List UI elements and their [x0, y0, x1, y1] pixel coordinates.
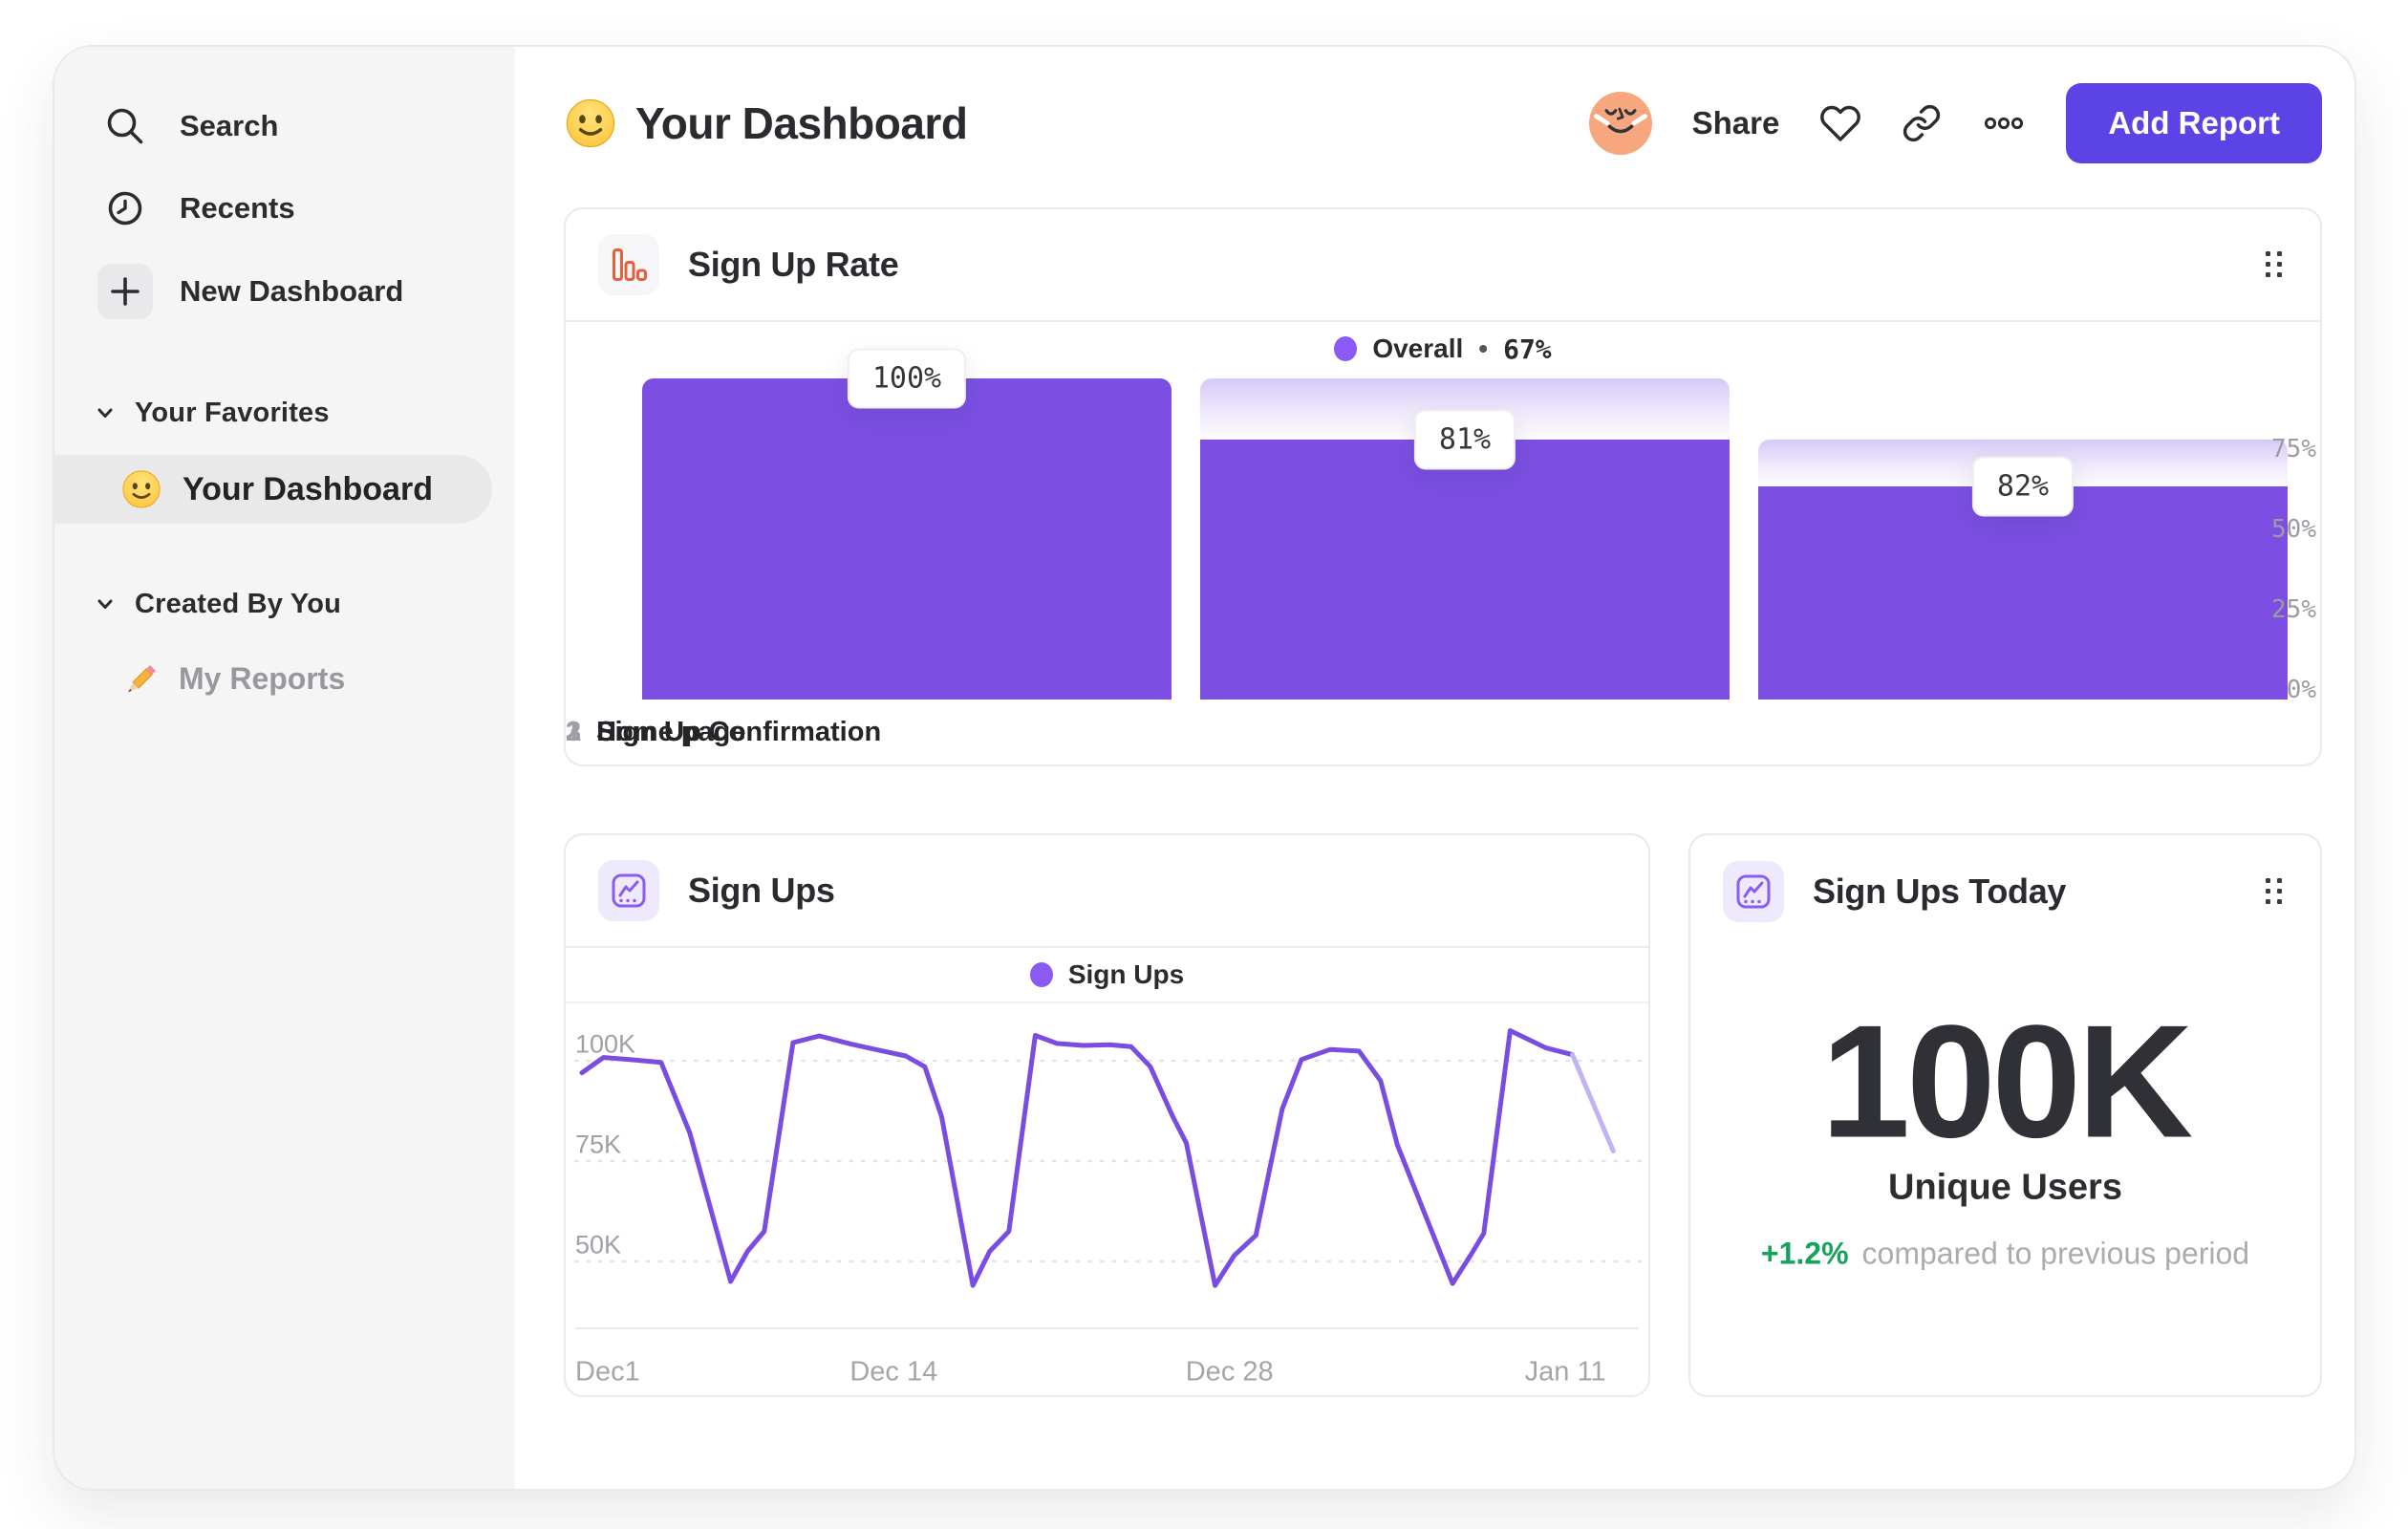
search-icon	[97, 98, 153, 154]
smiley-emoji	[565, 97, 616, 149]
line-x-tick: Dec1	[575, 1356, 640, 1388]
funnel-bar-home-page[interactable]: 100%	[642, 348, 1172, 700]
sidebar-item-label: New Dashboard	[180, 274, 404, 308]
app-window: Search Recents New Dashboard Your Favori…	[53, 45, 2356, 1491]
funnel-value-tooltip: 82%	[1971, 456, 2075, 517]
heart-icon[interactable]	[1819, 102, 1861, 144]
sidebar-item-new-dashboard[interactable]: New Dashboard	[54, 249, 515, 334]
plus-icon	[97, 264, 153, 319]
add-report-button[interactable]: Add Report	[2066, 83, 2322, 163]
sign-ups-card: Sign Ups Sign Ups 100K 75K 50K Dec1 Dec 14 De…	[564, 833, 1650, 1397]
kpi-delta-caption: compared to previous period	[1861, 1236, 2250, 1271]
kpi-value: 100K	[1820, 991, 2194, 1172]
sidebar: Search Recents New Dashboard Your Favori…	[54, 47, 515, 1489]
card-title: Sign Ups Today	[1813, 872, 2067, 911]
line-chart-icon	[598, 860, 659, 921]
card-title: Sign Ups	[688, 871, 835, 910]
x-axis-line	[575, 1327, 1639, 1329]
sidebar-item-recents[interactable]: Recents	[54, 167, 515, 249]
legend-dot	[1029, 962, 1053, 987]
step-number: 3	[566, 717, 582, 747]
sidebar-item-label: Recents	[180, 191, 295, 225]
sidebar-item-label: My Reports	[179, 660, 346, 696]
topbar-actions: Share Add Report	[1588, 83, 2322, 163]
pencil-emoji	[121, 659, 160, 698]
sidebar-item-your-dashboard[interactable]: Your Dashboard	[54, 455, 492, 524]
smiley-emoji	[121, 469, 161, 509]
line-legend: Sign Ups	[566, 948, 1648, 1003]
card-header: Sign Ups	[566, 835, 1648, 948]
funnel-y-tick: 25%	[2271, 595, 2316, 624]
more-options-icon[interactable]	[1982, 101, 2026, 145]
sidebar-item-label: Search	[180, 109, 279, 142]
card-header: Sign Ups Today	[1690, 835, 2320, 948]
funnel-bar-sign-up-confirmation[interactable]: 82%	[1758, 439, 2288, 700]
funnel-value-tooltip: 81%	[1413, 409, 1516, 470]
chevron-down-icon	[93, 592, 118, 616]
sidebar-item-my-reports[interactable]: My Reports	[54, 650, 515, 707]
line-x-tick: Dec 14	[849, 1356, 938, 1388]
line-y-tick: 50K	[575, 1230, 622, 1260]
line-y-tick: 100K	[575, 1029, 636, 1059]
link-icon[interactable]	[1902, 103, 1942, 143]
main-content: Your Dashboard Share Add Report Sign Up …	[515, 47, 2354, 1489]
sign-up-rate-card: Sign Up Rate Overall • 67% 100% 81% 82% …	[564, 207, 2322, 766]
kpi-delta-row: +1.2% compared to previous period	[1690, 1237, 2320, 1272]
funnel-plot: 100% 81% 82% 1 Home page 2 Sign Up 3 Sig…	[566, 209, 2320, 764]
line-chart-icon	[1723, 861, 1784, 922]
section-title: Created By You	[135, 588, 342, 619]
sidebar-section-your-favorites[interactable]: Your Favorites	[54, 394, 515, 432]
chevron-down-icon	[93, 400, 118, 425]
topbar: Your Dashboard Share Add Report	[565, 47, 2322, 200]
sidebar-item-search[interactable]: Search	[54, 85, 515, 167]
sign-ups-today-card: Sign Ups Today 100K Unique Users +1.2% c…	[1688, 833, 2322, 1397]
funnel-value-tooltip: 100%	[847, 348, 967, 409]
funnel-bar-fill	[642, 378, 1172, 700]
legend-label: Sign Ups	[1067, 959, 1185, 989]
line-x-tick: Jan 11	[1524, 1356, 1606, 1388]
line-y-tick: 75K	[575, 1130, 622, 1159]
share-button[interactable]: Share	[1692, 105, 1780, 141]
page-title: Your Dashboard	[635, 98, 968, 148]
funnel-y-tick: 75%	[2271, 435, 2316, 463]
drag-handle-icon[interactable]	[2261, 873, 2288, 910]
clock-icon	[97, 181, 153, 236]
sidebar-section-created-by-you[interactable]: Created By You	[54, 585, 515, 623]
page-title-group: Your Dashboard	[565, 97, 968, 149]
funnel-y-tick: 0%	[2286, 676, 2316, 704]
section-title: Your Favorites	[135, 397, 330, 428]
funnel-category: 3 Sign Up Confirmation	[566, 717, 1095, 748]
line-x-tick: Dec 28	[1185, 1356, 1274, 1388]
avatar[interactable]	[1588, 92, 1652, 155]
kpi-caption: Unique Users	[1888, 1167, 2122, 1208]
funnel-y-tick: 50%	[2271, 515, 2316, 544]
funnel-bar-sign-up[interactable]: 81%	[1200, 378, 1730, 700]
step-label: Sign Up Confirmation	[596, 717, 882, 747]
kpi-delta-value: +1.2%	[1760, 1236, 1849, 1271]
sidebar-item-label: Your Dashboard	[183, 470, 433, 507]
